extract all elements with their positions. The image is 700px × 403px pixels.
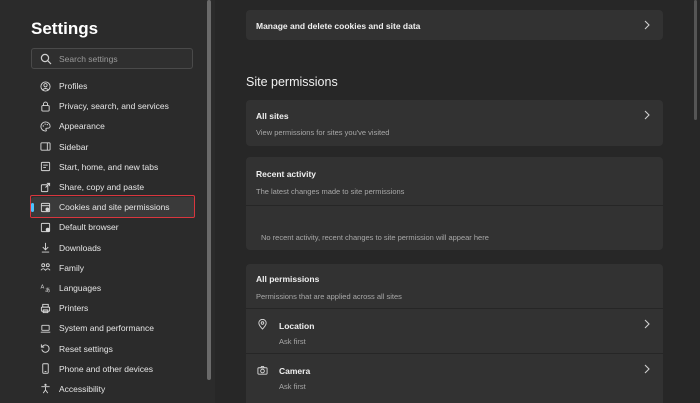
camera-icon	[257, 366, 268, 375]
sidebar-item-label: Family	[59, 262, 85, 273]
permission-label: Camera	[279, 366, 311, 376]
family-icon	[40, 263, 51, 272]
sidebar-item-profiles[interactable]: Profiles	[31, 76, 195, 96]
sidebar-item-label: Appearance	[59, 121, 105, 132]
sidebar-item-label: Share, copy and paste	[59, 182, 145, 193]
permission-row-camera[interactable]: Camera Ask first	[246, 354, 663, 398]
sidebar-title: Settings	[31, 19, 99, 38]
sidebar-item-label: System and performance	[59, 323, 154, 334]
share-icon	[40, 182, 51, 192]
selection-highlight-box	[30, 195, 195, 218]
sidebar-item-appearance[interactable]: Appearance	[31, 116, 195, 136]
download-icon	[41, 243, 50, 253]
sidebar-item-label: Accessibility	[59, 383, 106, 394]
sidebar-item-label: Reset settings	[59, 343, 113, 354]
sidebar-item-default-browser[interactable]: Default browser	[31, 217, 195, 237]
sidebar-item-label: Default browser	[59, 222, 119, 233]
browser-icon	[40, 222, 51, 232]
main-scrollbar[interactable]	[694, 0, 697, 120]
sidebar-item-printers[interactable]: Printers	[31, 298, 195, 318]
sidebar-item-accessibility[interactable]: Accessibility	[31, 379, 195, 399]
profile-icon	[40, 81, 51, 92]
all-sites-title: All sites	[256, 111, 289, 121]
search-input[interactable]	[59, 50, 189, 67]
all-sites-subtitle: View permissions for sites you've visite…	[256, 128, 390, 137]
sidebar-item-phone[interactable]: Phone and other devices	[31, 359, 195, 379]
sidebar-item-system[interactable]: System and performance	[31, 318, 195, 338]
palette-icon	[40, 121, 51, 132]
chevron-right-icon	[644, 364, 650, 374]
chevron-right-icon	[644, 110, 650, 120]
sidebar-nav: Profiles Privacy, search, and services A…	[31, 76, 195, 399]
chevron-right-icon	[644, 20, 650, 30]
sidebar-item-label: Printers	[59, 303, 89, 314]
lock-icon	[41, 101, 50, 112]
printer-icon	[40, 303, 51, 313]
sidebar-item-label: Profiles	[59, 81, 88, 92]
location-icon	[258, 319, 267, 330]
language-icon: Aあ	[40, 285, 51, 294]
phone-icon	[42, 363, 49, 374]
permission-value: Ask first	[279, 382, 306, 391]
sidebar-icon	[40, 142, 51, 151]
sidebar-scrollbar[interactable]	[207, 0, 211, 380]
recent-activity-subtitle: The latest changes made to site permissi…	[256, 187, 405, 196]
cookies-card[interactable]: Manage and delete cookies and site data	[246, 10, 663, 40]
sidebar-item-label: Languages	[59, 282, 102, 293]
permission-value: Ask first	[279, 337, 306, 346]
sidebar-item-family[interactable]: Family	[31, 258, 195, 278]
recent-activity-card: Recent activity The latest changes made …	[246, 157, 663, 250]
sidebar-item-label: Privacy, search, and services	[59, 101, 169, 112]
sidebar-item-label: Downloads	[59, 242, 102, 253]
recent-activity-title: Recent activity	[256, 169, 316, 179]
sidebar-item-downloads[interactable]: Downloads	[31, 238, 195, 258]
all-permissions-card: All permissions Permissions that are app…	[246, 264, 663, 403]
svg-text:あ: あ	[45, 288, 51, 294]
section-title-site-permissions: Site permissions	[246, 75, 338, 89]
sidebar-item-start-home[interactable]: Start, home, and new tabs	[31, 157, 195, 177]
chevron-right-icon	[644, 319, 650, 329]
reset-icon	[40, 344, 50, 353]
sidebar-item-reset[interactable]: Reset settings	[31, 338, 195, 358]
permission-label: Location	[279, 321, 315, 331]
sidebar-item-label: Phone and other devices	[59, 363, 154, 374]
all-permissions-title: All permissions	[256, 274, 320, 284]
search-box[interactable]	[31, 48, 193, 69]
recent-activity-empty-text: No recent activity, recent changes to si…	[261, 233, 489, 242]
laptop-icon	[40, 324, 51, 333]
home-icon	[40, 162, 51, 172]
search-icon	[40, 53, 52, 65]
accessibility-icon	[41, 384, 50, 394]
permission-row-location[interactable]: Location Ask first	[246, 309, 663, 353]
sidebar-item-sidebar[interactable]: Sidebar	[31, 137, 195, 157]
all-sites-card[interactable]: All sites View permissions for sites you…	[246, 100, 663, 146]
sidebar-item-label: Start, home, and new tabs	[59, 161, 159, 172]
sidebar-item-label: Sidebar	[59, 141, 89, 152]
svg-text:A: A	[40, 285, 44, 291]
card-divider	[246, 205, 663, 206]
sidebar: Settings Profiles Privacy, search, and s…	[0, 0, 215, 403]
all-permissions-subtitle: Permissions that are applied across all …	[256, 292, 402, 301]
main-content: Manage and delete cookies and site data …	[215, 0, 700, 403]
cookies-card-title: Manage and delete cookies and site data	[256, 21, 421, 31]
sidebar-item-languages[interactable]: Aあ Languages	[31, 278, 195, 298]
sidebar-item-privacy[interactable]: Privacy, search, and services	[31, 96, 195, 116]
